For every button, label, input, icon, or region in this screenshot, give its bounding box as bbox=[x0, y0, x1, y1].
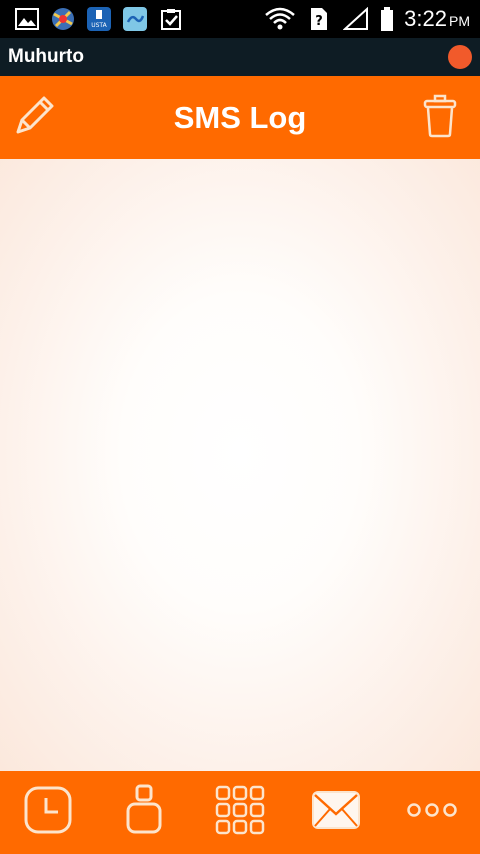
usb-storage-icon: USTA bbox=[86, 6, 112, 32]
gallery-icon bbox=[14, 6, 40, 32]
wifi-icon bbox=[264, 6, 296, 32]
contact-icon bbox=[124, 784, 164, 841]
svg-text:USTA: USTA bbox=[91, 22, 107, 29]
page-header: SMS Log bbox=[0, 76, 480, 159]
app-icon bbox=[50, 6, 76, 32]
nav-dialpad-button[interactable] bbox=[205, 778, 275, 848]
nav-contacts-button[interactable] bbox=[109, 778, 179, 848]
bottom-nav bbox=[0, 771, 480, 854]
clock-ampm: PM bbox=[449, 13, 470, 29]
more-icon bbox=[406, 802, 458, 823]
trash-icon bbox=[422, 94, 458, 143]
page-title: SMS Log bbox=[173, 99, 307, 135]
signal-icon bbox=[342, 6, 370, 32]
nav-more-button[interactable] bbox=[397, 778, 467, 848]
app-name: Muhurto bbox=[8, 46, 84, 67]
app-title-bar: Muhurto bbox=[0, 38, 480, 76]
svg-text:?: ? bbox=[315, 14, 323, 29]
delete-button[interactable] bbox=[416, 94, 464, 142]
clock-time: 3:22 PM bbox=[404, 6, 470, 31]
battery-icon bbox=[380, 6, 394, 32]
pencil-icon bbox=[10, 92, 58, 145]
nav-messages-button[interactable] bbox=[301, 778, 371, 848]
compose-button[interactable] bbox=[10, 94, 58, 142]
link-app-icon bbox=[122, 6, 148, 32]
sms-log-list bbox=[0, 159, 480, 771]
clock-icon bbox=[22, 784, 74, 841]
dialpad-icon bbox=[214, 784, 266, 841]
envelope-icon bbox=[311, 790, 361, 835]
sim-unknown-icon: ? bbox=[306, 6, 332, 32]
app-menu-dot[interactable] bbox=[448, 45, 472, 69]
status-bar: USTA ? 3:22 PM bbox=[0, 0, 480, 38]
clipboard-check-icon bbox=[158, 6, 184, 32]
nav-history-button[interactable] bbox=[13, 778, 83, 848]
